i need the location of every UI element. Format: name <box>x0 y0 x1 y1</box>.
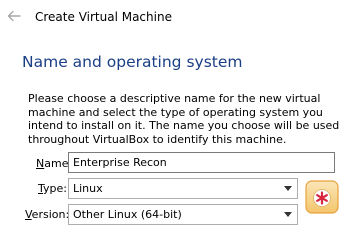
name-input[interactable] <box>68 152 335 173</box>
title-bar: Create Virtual Machine <box>0 0 345 36</box>
type-select-value: Linux <box>73 182 103 195</box>
name-label: Name: <box>36 157 73 170</box>
window-title: Create Virtual Machine <box>35 10 172 24</box>
page-title: Name and operating system <box>22 53 243 71</box>
version-label: Version: <box>25 208 70 221</box>
type-label: Type: <box>38 182 67 195</box>
type-select[interactable]: Linux <box>68 178 298 199</box>
chevron-down-icon <box>284 212 292 217</box>
back-arrow-icon <box>7 10 21 22</box>
version-select[interactable]: Other Linux (64-bit) <box>68 204 298 225</box>
back-button[interactable] <box>6 8 22 24</box>
other-linux-os-icon <box>305 180 339 214</box>
version-select-value: Other Linux (64-bit) <box>73 208 182 221</box>
page-description: Please choose a descriptive name for the… <box>28 92 340 146</box>
chevron-down-icon <box>284 186 292 191</box>
